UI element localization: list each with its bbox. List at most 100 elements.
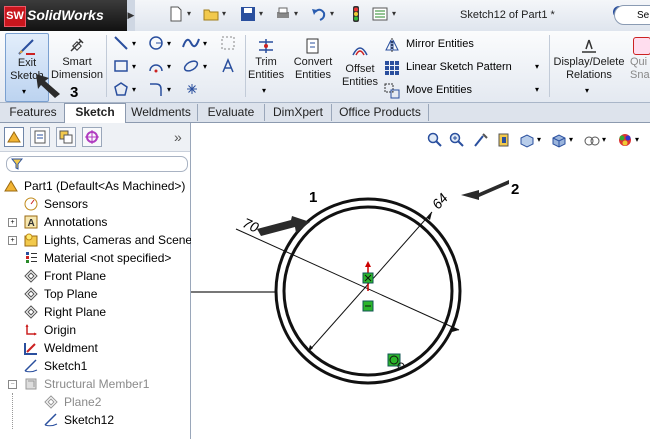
property-manager-tab-icon[interactable] [30,127,50,147]
sketch-canvas[interactable] [191,123,650,439]
sketch-icon [44,413,58,427]
spline-tool-icon[interactable] [182,35,200,51]
new-document-icon[interactable] [168,6,184,22]
tree-item-right-plane[interactable]: Right Plane [0,303,190,321]
trim-dropdown-icon[interactable]: ▾ [262,86,266,95]
weldment-icon [24,343,37,355]
tree-item-lights-cameras-scene[interactable]: + Lights, Cameras and Scene [0,231,192,249]
collapse-toggle[interactable]: − [8,380,17,389]
open-dropdown-icon[interactable]: ▾ [222,9,226,18]
material-icon [26,252,37,263]
tree-item-label: Top Plane [44,287,98,301]
exit-sketch-dropdown-icon[interactable]: ▾ [22,87,26,96]
tree-item-top-plane[interactable]: Top Plane [0,285,190,303]
new-dropdown-icon[interactable]: ▾ [187,9,191,18]
polygon-tool-icon[interactable] [113,81,129,97]
tree-item-material[interactable]: Material <not specified> [0,249,190,267]
plane-icon [24,305,38,319]
options-dropdown-icon[interactable]: ▾ [392,9,396,18]
solidworks-logo[interactable]: SW SolidWorks [0,0,127,31]
callout-number-2: 2 [511,181,520,198]
linear-sketch-pattern-label: Linear Sketch Pattern [406,61,512,73]
line-tool-icon[interactable] [113,35,129,51]
open-folder-icon[interactable] [203,6,219,22]
spline-dropdown-icon[interactable]: ▾ [203,39,207,48]
fillet-tool-icon[interactable] [148,81,164,97]
menu-expand-arrow-icon[interactable]: ▶ [127,0,135,31]
quick-snaps-label-line2: Sna [630,69,650,81]
print-dropdown-icon[interactable]: ▾ [294,9,298,18]
circle-dropdown-icon[interactable]: ▾ [167,39,171,48]
tree-item-structural-member1[interactable]: − Structural Member1 [0,375,190,393]
tree-item-plane2[interactable]: Plane2 [0,393,190,411]
tree-item-part1[interactable]: Part1 (Default<As Machined>) [0,177,190,195]
tree-item-sketch12[interactable]: Sketch12 [0,411,190,429]
tab-weldments[interactable]: Weldments [125,104,198,121]
tree-item-label: Material <not specified> [44,251,172,265]
circle-tool-icon[interactable] [148,35,164,51]
display-delete-relations-button[interactable]: Display/Delete Relations ▾ [552,33,626,100]
save-dropdown-icon[interactable]: ▾ [259,9,263,18]
feature-manager-panel: » Part1 (Default<As Machined>) Sensors +… [0,123,192,439]
exit-sketch-icon [18,39,35,55]
linear-pattern-dropdown-icon[interactable]: ▾ [535,62,539,71]
callout-number-3: 3 [70,84,79,101]
polygon-dropdown-icon[interactable]: ▾ [132,85,136,94]
move-entities-dropdown-icon[interactable]: ▾ [535,85,539,94]
rectangle-dropdown-icon[interactable]: ▾ [132,62,136,71]
exit-sketch-label-line1: Exit [17,57,37,69]
sensors-icon [24,197,38,211]
tab-dimxpert[interactable]: DimXpert [265,104,332,121]
tree-item-annotations[interactable]: + A Annotations [0,213,190,231]
inner-dimension-arrow-end [427,212,432,220]
rectangle-tool-icon[interactable] [113,58,129,74]
expand-toggle[interactable]: + [8,218,17,227]
panel-tabs: » [0,123,190,152]
arc-dropdown-icon[interactable]: ▾ [167,62,171,71]
panel-expand-icon[interactable]: » [174,129,182,145]
tree-item-label: Annotations [44,215,108,229]
dimxpert-manager-tab-icon[interactable] [82,127,102,147]
configuration-manager-tab-icon[interactable] [56,127,76,147]
ellipse-tool-icon[interactable] [182,58,200,74]
options-icon[interactable] [372,6,388,22]
tab-office-products[interactable]: Office Products [332,104,429,121]
graphics-area[interactable]: ▾ ▾ ▾ ▾ 70 64 1 2 [191,123,650,439]
display-delete-relations-label-line2: Relations [566,69,612,81]
feature-tree-filter-input[interactable] [6,156,188,172]
move-entities-button[interactable]: Move Entities ▾ [384,82,544,100]
search-input[interactable]: Se [614,5,650,25]
mirror-entities-label: Mirror Entities [406,38,474,50]
line-dropdown-icon[interactable]: ▾ [132,39,136,48]
undo-icon[interactable] [311,6,327,22]
undo-dropdown-icon[interactable]: ▾ [330,9,334,18]
tree-item-sketch1[interactable]: Sketch1 [0,357,190,375]
tree-item-origin[interactable]: Origin [0,321,190,339]
convert-entities-button[interactable]: Convert Entities [290,33,336,100]
offset-entities-button[interactable]: Offset Entities [340,33,380,100]
tree-item-weldment[interactable]: Weldment [0,339,190,357]
construction-geometry-icon[interactable] [220,35,236,51]
linear-sketch-pattern-button[interactable]: Linear Sketch Pattern ▾ [384,59,544,77]
tab-evaluate[interactable]: Evaluate [198,104,265,121]
smart-dimension-label-line1: Smart [62,56,92,68]
fillet-dropdown-icon[interactable]: ▾ [167,85,171,94]
ribbon-separator [245,35,246,97]
save-icon[interactable] [240,6,256,22]
tree-item-sensors[interactable]: Sensors [0,195,190,213]
lights-icon [24,233,38,247]
rebuild-traffic-light-icon[interactable] [348,6,364,22]
relations-dropdown-icon[interactable]: ▾ [585,86,589,95]
point-tool-icon[interactable] [184,81,200,97]
mirror-entities-button[interactable]: Mirror Entities [384,36,544,54]
ellipse-dropdown-icon[interactable]: ▾ [203,62,207,71]
tree-item-front-plane[interactable]: Front Plane [0,267,190,285]
text-tool-icon[interactable] [220,58,236,74]
expand-toggle[interactable]: + [8,236,17,245]
arc-tool-icon[interactable] [148,58,164,74]
quick-snaps-button[interactable]: Qui Sna [628,33,650,100]
trim-entities-button[interactable]: Trim Entities ▾ [248,33,284,100]
feature-manager-tab-icon[interactable] [4,127,24,147]
print-icon[interactable] [275,6,291,22]
display-delete-relations-icon [582,39,596,53]
